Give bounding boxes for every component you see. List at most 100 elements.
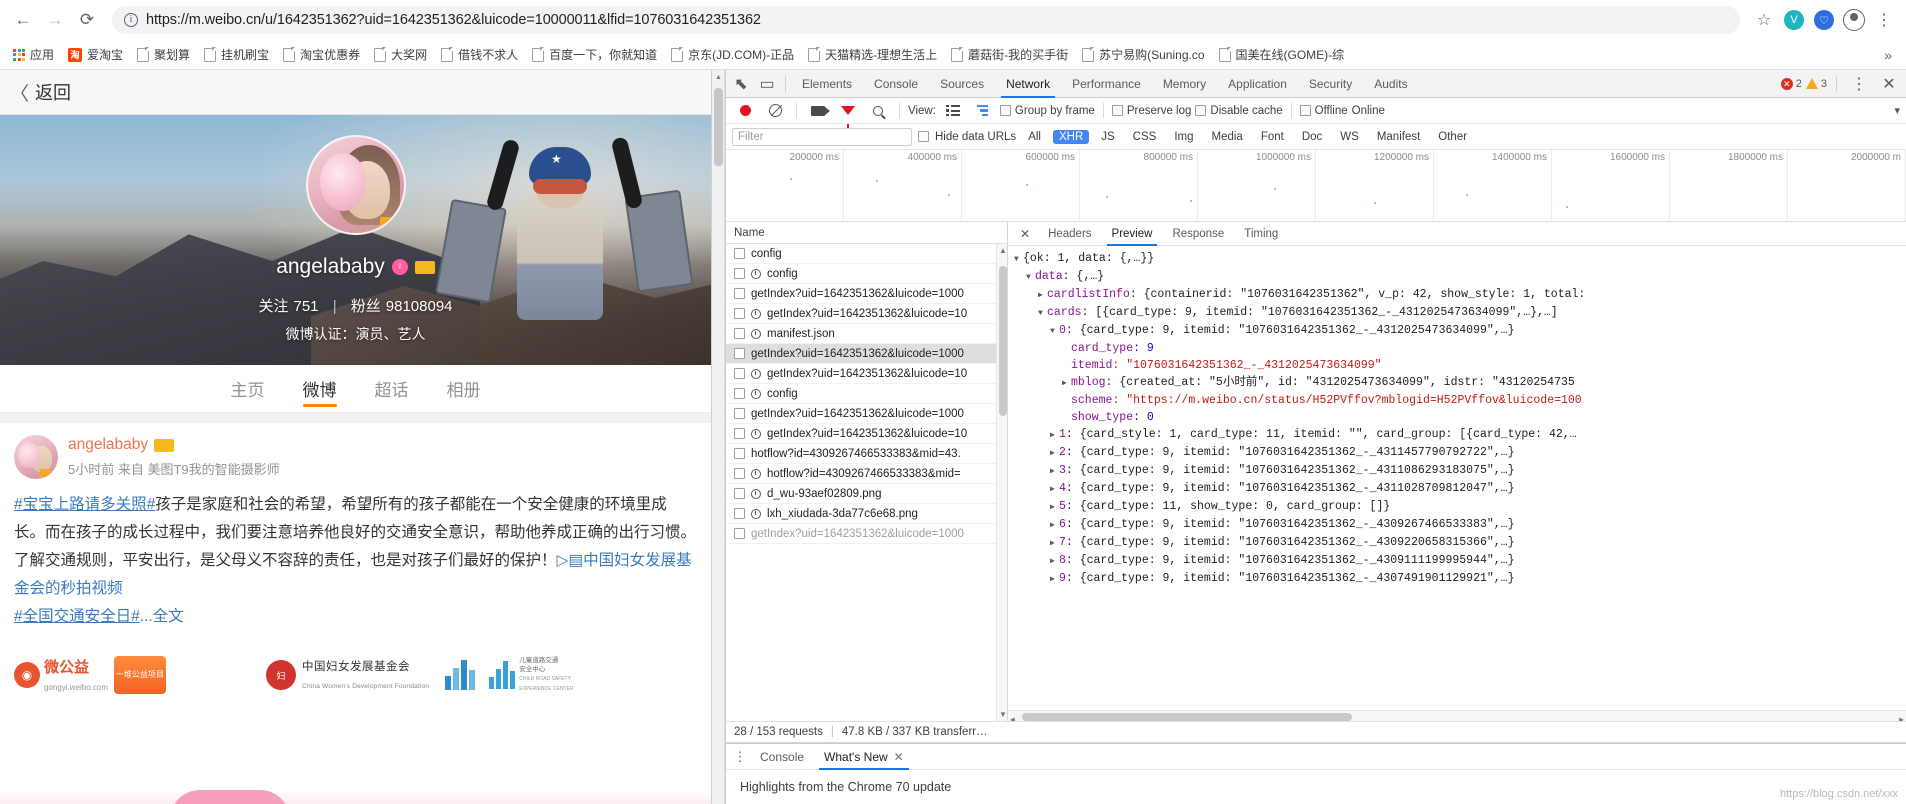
group-by-frame-checkbox[interactable] <box>999 105 1011 116</box>
row-checkbox[interactable] <box>734 468 745 479</box>
page-scrollbar[interactable]: ▲ <box>712 70 725 804</box>
tab-audits[interactable]: Audits <box>1363 70 1418 98</box>
bookmark-item[interactable]: 淘宝优惠券 <box>276 43 367 66</box>
devtools-menu-icon[interactable]: ⋮ <box>1846 71 1872 97</box>
network-overview-timeline[interactable]: 200000 ms 400000 ms 600000 ms 800000 ms … <box>726 150 1906 222</box>
json-row[interactable]: ▶ cardlistInfo: {containerid: "1076031642… <box>1014 286 1906 304</box>
table-row[interactable]: manifest.json <box>726 324 1007 344</box>
back-icon[interactable]: ← <box>8 5 38 35</box>
bookmark-item[interactable]: 淘 爱淘宝 <box>61 43 130 66</box>
post-author-name[interactable]: angelababy <box>68 436 148 454</box>
filter-ws[interactable]: WS <box>1334 130 1365 144</box>
json-row[interactable]: ▼ {ok: 1, data: {,…}} <box>1014 250 1906 268</box>
bookmark-item[interactable]: 国美在线(GOME)-综 <box>1212 43 1352 66</box>
tab-response[interactable]: Response <box>1162 222 1234 246</box>
filter-doc[interactable]: Doc <box>1296 130 1328 144</box>
error-badge[interactable]: ✕ 2 <box>1780 77 1802 90</box>
tab-console[interactable]: Console <box>863 70 929 98</box>
table-row[interactable]: getIndex?uid=1642351362&luicode=1000 <box>726 524 1007 544</box>
json-row[interactable]: ▶ 9: {card_type: 9, itemid: "107603164235… <box>1014 570 1906 588</box>
json-row[interactable]: ▶ 1: {card_style: 1, card_type: 11, itemi… <box>1014 426 1906 444</box>
scroll-up-icon[interactable]: ▲ <box>999 246 1007 255</box>
json-row[interactable]: ▶ 2: {card_type: 9, itemid: "107603164235… <box>1014 444 1906 462</box>
tab-performance[interactable]: Performance <box>1061 70 1152 98</box>
scroll-right-icon[interactable]: ▶ <box>1899 712 1904 721</box>
extension-icon-1[interactable]: V <box>1780 6 1808 34</box>
filter-icon[interactable] <box>835 98 861 128</box>
drawer-menu-icon[interactable]: ⋮ <box>730 749 750 765</box>
table-row[interactable]: getIndex?uid=1642351362&luicode=1000 <box>726 344 1007 364</box>
table-row[interactable]: getIndex?uid=1642351362&luicode=1000 <box>726 284 1007 304</box>
throttling-dropdown-icon[interactable]: ▾ <box>1894 104 1900 117</box>
close-icon[interactable]: ✕ <box>894 750 904 764</box>
row-checkbox[interactable] <box>734 268 745 279</box>
json-row[interactable]: ▼ cards: [{card_type: 9, itemid: "1076031… <box>1014 304 1906 322</box>
tab-sources[interactable]: Sources <box>929 70 995 98</box>
filter-all[interactable]: All <box>1022 130 1047 144</box>
json-preview-tree[interactable]: ▼ {ok: 1, data: {,…}} ▼ data: {,…} ▶ cardli… <box>1008 246 1906 721</box>
post-topic-link[interactable]: #宝宝上路请多关照# <box>14 496 155 513</box>
json-row[interactable]: ▶ 5: {card_type: 11, show_type: 0, card_g… <box>1014 498 1906 516</box>
table-row[interactable]: d_wu-93aef02809.png <box>726 484 1007 504</box>
bookmark-item[interactable]: 应用 <box>6 43 61 66</box>
preserve-log-checkbox[interactable] <box>1111 105 1123 116</box>
post-hashtag-2[interactable]: #全国交通安全日# <box>14 608 140 625</box>
record-button[interactable] <box>732 98 758 124</box>
capture-screenshots-icon[interactable] <box>805 98 831 124</box>
bookmark-star-icon[interactable]: ☆ <box>1750 6 1778 34</box>
bookmark-item[interactable]: 借钱不求人 <box>434 43 525 66</box>
table-row[interactable]: getIndex?uid=1642351362&luicode=1000 <box>726 404 1007 424</box>
warning-badge[interactable]: 3 <box>1805 78 1827 90</box>
json-row[interactable]: ▶ 7: {card_type: 9, itemid: "107603164235… <box>1014 534 1906 552</box>
row-checkbox[interactable] <box>734 528 745 539</box>
row-checkbox[interactable] <box>734 388 745 399</box>
filter-css[interactable]: CSS <box>1127 130 1163 144</box>
avatar[interactable] <box>305 135 406 235</box>
row-checkbox[interactable] <box>734 288 745 299</box>
row-checkbox[interactable] <box>734 448 745 459</box>
close-detail-icon[interactable]: ✕ <box>1012 227 1038 241</box>
filter-img[interactable]: Img <box>1168 130 1199 144</box>
waterfall-view-icon[interactable] <box>970 98 996 124</box>
json-row[interactable]: ▼ data: {,…} <box>1014 268 1906 286</box>
table-row[interactable]: lxh_xiudada-3da77c6e68.png <box>726 504 1007 524</box>
bookmark-item[interactable]: 苏宁易购(Suning.co <box>1075 43 1211 66</box>
json-row[interactable]: ▶ mblog: {created_at: "5小时前", id: "431202… <box>1014 374 1906 392</box>
list-view-icon[interactable] <box>940 98 966 124</box>
json-row[interactable]: scheme: "https://m.weibo.cn/status/H52PV… <box>1014 392 1906 409</box>
scroll-down-icon[interactable]: ▼ <box>999 710 1007 719</box>
json-row[interactable]: ▶ 8: {card_type: 9, itemid: "107603164235… <box>1014 552 1906 570</box>
post-avatar[interactable] <box>14 435 58 479</box>
post-expand-link[interactable]: ...全文 <box>140 608 184 625</box>
json-row[interactable]: card_type: 9 <box>1014 340 1906 357</box>
device-toolbar-icon[interactable]: ▭ <box>754 71 780 97</box>
table-row[interactable]: config <box>726 384 1007 404</box>
tab-application[interactable]: Application <box>1217 70 1298 98</box>
bookmark-item[interactable]: 京东(JD.COM)-正品 <box>664 43 801 66</box>
table-row[interactable]: getIndex?uid=1642351362&luicode=10 <box>726 364 1007 384</box>
scroll-left-icon[interactable]: ◀ <box>1010 712 1015 721</box>
extension-icon-2[interactable]: ♡ <box>1810 6 1838 34</box>
row-checkbox[interactable] <box>734 428 745 439</box>
table-row[interactable]: getIndex?uid=1642351362&luicode=10 <box>726 424 1007 444</box>
row-checkbox[interactable] <box>734 308 745 319</box>
tab-homepage[interactable]: 主页 <box>229 365 267 413</box>
issue-badges[interactable]: ✕ 2 3 ⋮ ✕ <box>1780 71 1906 97</box>
bookmark-item[interactable]: 挂机刷宝 <box>197 43 276 66</box>
tab-network[interactable]: Network <box>995 70 1061 98</box>
tab-timing[interactable]: Timing <box>1234 222 1288 246</box>
table-row[interactable]: hotflow?id=4309267466533383&mid=43. <box>726 444 1007 464</box>
disable-cache-checkbox[interactable] <box>1195 105 1207 116</box>
json-row[interactable]: ▶ 4: {card_type: 9, itemid: "107603164235… <box>1014 480 1906 498</box>
inspect-element-icon[interactable]: ⬉ <box>728 71 754 97</box>
tab-memory[interactable]: Memory <box>1152 70 1217 98</box>
json-row[interactable]: ▶ 3: {card_type: 9, itemid: "107603164235… <box>1014 462 1906 480</box>
json-row[interactable]: itemid: "1076031642351362_-_431202547363… <box>1014 357 1906 374</box>
table-row[interactable]: hotflow?id=4309267466533383&mid= <box>726 464 1007 484</box>
filter-js[interactable]: JS <box>1095 130 1120 144</box>
json-row[interactable]: ▶ 6: {card_type: 9, itemid: "107603164235… <box>1014 516 1906 534</box>
row-checkbox[interactable] <box>734 328 745 339</box>
hide-data-urls-checkbox[interactable] <box>918 131 929 142</box>
bookmarks-overflow-icon[interactable]: » <box>1876 47 1900 63</box>
tab-elements[interactable]: Elements <box>791 70 863 98</box>
